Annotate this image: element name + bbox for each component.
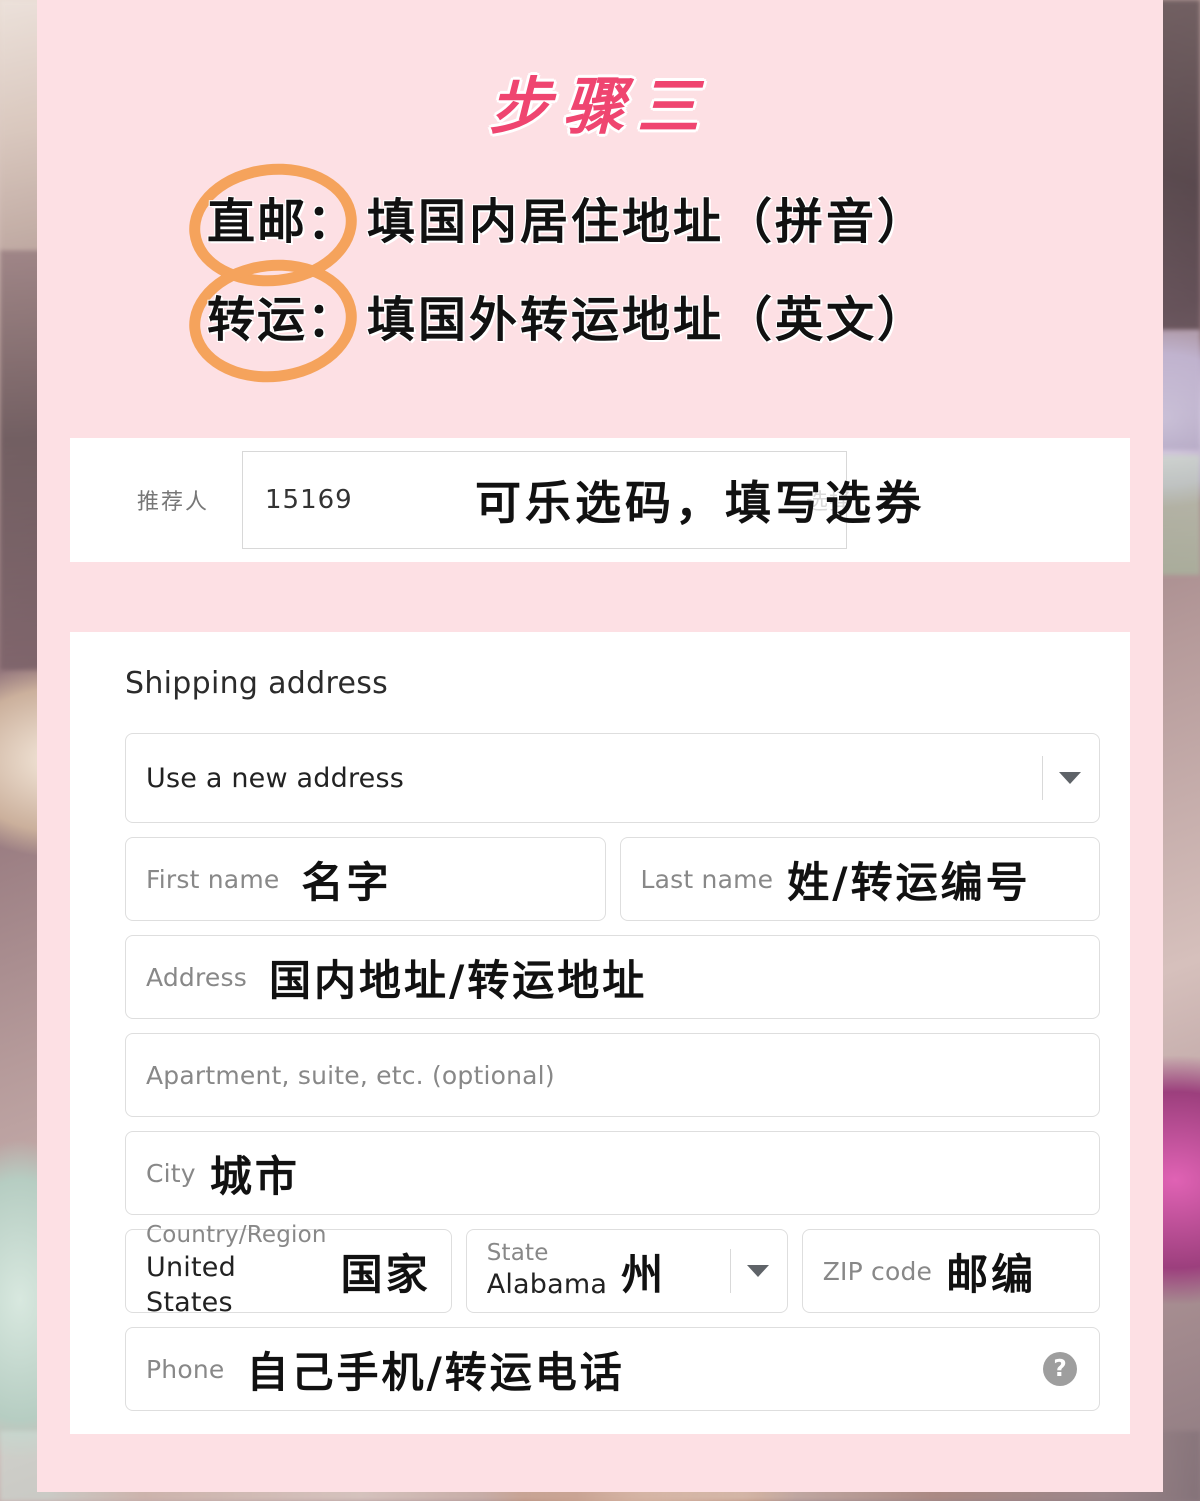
chevron-down-icon[interactable] — [1042, 755, 1081, 801]
note-value-direct-mail: 填国内居住地址（拼音） — [367, 194, 929, 250]
note-key-direct-mail: 直邮： — [207, 194, 358, 250]
state-annotation: 州 — [621, 1249, 667, 1299]
referrer-label: 推荐人 — [137, 490, 210, 515]
apartment-field[interactable]: Apartment, suite, etc. (optional) — [125, 1033, 1100, 1117]
referrer-annotation: 可乐选码，填写选券 — [475, 476, 925, 530]
help-circle-icon[interactable]: ? — [1043, 1352, 1077, 1386]
address-annotation: 国内地址/转运地址 — [268, 955, 648, 1005]
select-divider — [1042, 756, 1043, 800]
first-name-annotation: 名字 — [301, 857, 392, 907]
city-field[interactable]: City 城市 — [125, 1131, 1100, 1215]
chevron-down-glyph — [1059, 772, 1081, 784]
city-label: City — [146, 1158, 196, 1188]
first-name-field[interactable]: First name 名字 — [125, 837, 606, 921]
tutorial-card: 步骤三 直邮： 填国内居住地址（拼音） 转运： 填国外转运地址（英文） 推荐人 … — [37, 0, 1163, 1492]
shipping-address-card: Shipping address Use a new address First… — [70, 632, 1130, 1434]
phone-annotation: 自己手机/转运电话 — [246, 1347, 625, 1397]
country-state-zip-row: Country/Region United States 国家 State Al… — [125, 1222, 1100, 1327]
first-name-label: First name — [146, 864, 280, 894]
select-divider — [729, 1249, 731, 1293]
note-line-forwarding: 转运： 填国外转运地址（英文） — [37, 280, 1163, 350]
shipping-address-heading: Shipping address — [125, 666, 389, 701]
referrer-card: 推荐人 15169 选择 可乐选码，填写选券 — [70, 438, 1130, 562]
address-select-value: Use a new address — [146, 762, 405, 794]
state-label: State — [486, 1239, 549, 1266]
state-text: State Alabama — [487, 1240, 607, 1303]
apartment-placeholder: Apartment, suite, etc. (optional) — [146, 1060, 555, 1090]
page-title: 步骤三 — [488, 70, 711, 143]
city-annotation: 城市 — [209, 1151, 300, 1201]
chevron-down-icon[interactable] — [729, 1248, 769, 1294]
address-field[interactable]: Address 国内地址/转运地址 — [125, 935, 1100, 1019]
address-select[interactable]: Use a new address — [125, 733, 1100, 823]
handwritten-note-block: 直邮： 填国内居住地址（拼音） 转运： 填国外转运地址（英文） — [37, 155, 1163, 391]
last-name-label: Last name — [640, 864, 774, 894]
country-region-field[interactable]: Country/Region United States 国家 — [125, 1222, 452, 1318]
zip-code-field[interactable]: ZIP code 邮编 — [801, 1229, 1100, 1313]
address-label: Address — [146, 962, 247, 992]
last-name-annotation: 姓/转运编号 — [787, 857, 1031, 907]
phone-field[interactable]: Phone 自己手机/转运电话 ? — [125, 1327, 1100, 1411]
note-value-forwarding: 填国外转运地址（英文） — [367, 292, 929, 348]
zip-code-label: ZIP code — [822, 1256, 933, 1286]
referrer-value: 15169 — [265, 485, 353, 515]
last-name-field[interactable]: Last name 姓/转运编号 — [619, 837, 1100, 921]
phone-label: Phone — [146, 1354, 225, 1384]
note-key-forwarding: 转运： — [207, 292, 358, 348]
state-value: Alabama — [486, 1269, 608, 1301]
country-region-value: United States — [146, 1251, 236, 1318]
chevron-down-glyph — [746, 1265, 769, 1277]
referrer-row: 推荐人 15169 选择 可乐选码，填写选券 — [70, 438, 1130, 562]
name-row: First name 名字 Last name 姓/转运编号 — [125, 837, 1100, 935]
note-line-direct-mail: 直邮： 填国内居住地址（拼音） — [37, 182, 1163, 252]
country-region-label: Country/Region — [146, 1222, 327, 1249]
state-field[interactable]: State Alabama 州 — [465, 1229, 788, 1313]
zip-code-annotation: 邮编 — [946, 1249, 1037, 1299]
country-region-text: Country/Region United States — [146, 1222, 327, 1320]
country-region-annotation: 国家 — [340, 1249, 431, 1299]
